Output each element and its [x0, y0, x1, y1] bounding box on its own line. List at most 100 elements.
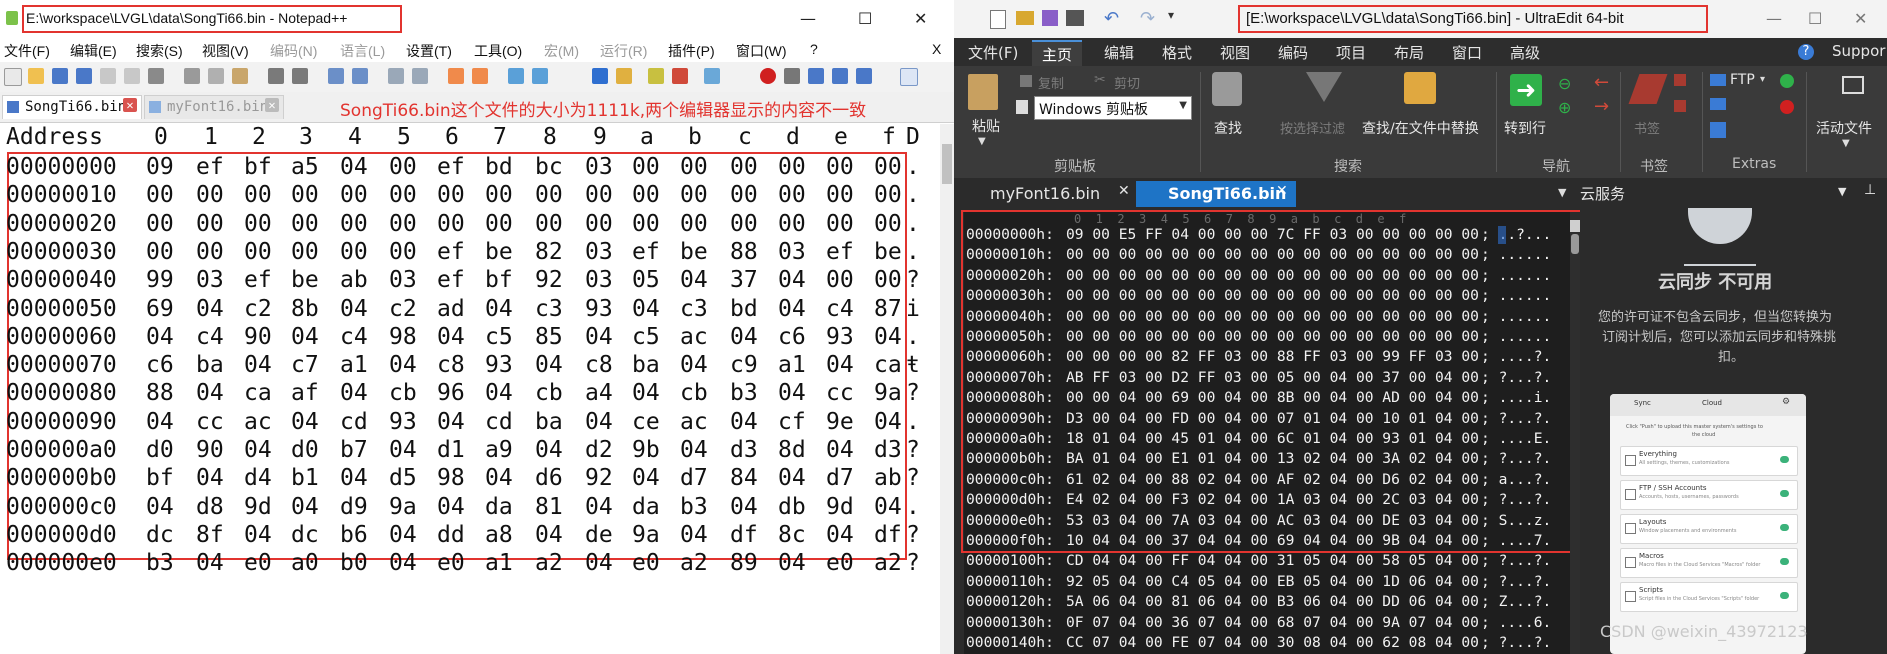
goto-icon[interactable]: ➜: [1510, 74, 1542, 106]
npp-menu-tools[interactable]: 工具(O): [474, 41, 522, 61]
npp-tab-close-icon[interactable]: ✕: [265, 98, 279, 112]
paste-icon[interactable]: [232, 68, 248, 84]
open-file-icon[interactable]: [28, 68, 44, 84]
wrap-icon[interactable]: [472, 68, 488, 84]
show-symbols-icon[interactable]: [532, 68, 548, 84]
bookmark-toggle-icon[interactable]: [1674, 74, 1686, 86]
web-icon[interactable]: [1710, 122, 1726, 138]
ue-filter-button[interactable]: 按选择过滤: [1280, 118, 1345, 137]
npp-tab-close-icon[interactable]: ✕: [123, 98, 137, 112]
ue-bookmark-button[interactable]: 书签: [1634, 118, 1660, 137]
ue-close-button[interactable]: ✕: [1854, 9, 1867, 28]
hex-view-icon[interactable]: [592, 68, 608, 84]
ue-minimize-button[interactable]: —: [1766, 9, 1782, 28]
ue-tab-edit[interactable]: 编辑: [1104, 42, 1134, 63]
sync-scroll-icon[interactable]: [448, 68, 464, 84]
ue-hex-view[interactable]: 0 1 2 3 4 5 6 7 8 9 a b c d e f 00000000…: [961, 210, 1601, 654]
record-macro-icon[interactable]: [760, 68, 776, 84]
replace-icon[interactable]: [352, 68, 368, 84]
ue-save-icon[interactable]: [1042, 10, 1058, 26]
npp-menu-file[interactable]: 文件(F): [4, 41, 50, 61]
cloud-panel-pin-icon[interactable]: ⊥: [1864, 182, 1876, 198]
paste-icon[interactable]: [968, 74, 998, 110]
zoom-in-icon[interactable]: [388, 68, 404, 84]
ue-open-icon[interactable]: [1016, 11, 1034, 25]
ue-tab-encoding[interactable]: 编码: [1278, 42, 1308, 63]
bookmark-clear-icon[interactable]: [1674, 100, 1686, 112]
npp-hex-view[interactable]: Address 0 1 2 3 4 5 6 7 8 9 a b c d e f D 00000000 09 ef bf a5…: [0, 124, 940, 654]
close-file-icon[interactable]: [100, 68, 116, 84]
ue-copy-button[interactable]: 复制: [1038, 73, 1064, 92]
stop-macro-icon[interactable]: [784, 68, 800, 84]
print-icon[interactable]: [148, 68, 164, 84]
ue-scroll-thumb[interactable]: [1571, 234, 1579, 254]
ue-scroll-up-icon[interactable]: [1570, 220, 1580, 232]
ue-paste-dropdown-icon[interactable]: ▼: [978, 136, 986, 147]
npp-tab-myfont16[interactable]: myFont16.bin ✕: [144, 95, 284, 119]
ue-tab-songti66[interactable]: SongTi66.bin ✕: [1136, 181, 1296, 207]
npp-menu-plugins[interactable]: 插件(P): [668, 41, 715, 61]
ue-redo-icon[interactable]: ↷: [1140, 8, 1155, 29]
ue-tab-window[interactable]: 窗口: [1452, 42, 1482, 63]
extras-green-icon[interactable]: [1780, 74, 1794, 88]
ue-undo-icon[interactable]: ↶: [1104, 8, 1119, 29]
ue-tab-file[interactable]: 文件(F): [968, 42, 1018, 63]
ftp-dropdown-icon[interactable]: ▾: [1760, 74, 1765, 85]
npp-menu-help[interactable]: ?: [810, 41, 818, 57]
save-macro-icon[interactable]: [856, 68, 872, 84]
npp-menu-language[interactable]: 语言(L): [340, 41, 385, 61]
ue-paste-button[interactable]: 粘贴: [972, 116, 1000, 136]
npp-menu-run[interactable]: 运行(R): [600, 41, 647, 61]
ue-print-icon[interactable]: [1066, 10, 1084, 26]
npp-menu-edit[interactable]: 编辑(E): [70, 41, 117, 61]
npp-menu-window[interactable]: 窗口(W): [736, 41, 787, 61]
hex-editor-plugin-icon[interactable]: [900, 68, 918, 86]
npp-menu-settings[interactable]: 设置(T): [406, 41, 452, 61]
redo-icon[interactable]: [292, 68, 308, 84]
ue-qat-dropdown-icon[interactable]: ▾: [1168, 8, 1174, 22]
npp-menu-view[interactable]: 视图(V): [202, 41, 249, 61]
nav-next-icon[interactable]: →: [1594, 96, 1609, 117]
ue-tabs-dropdown-icon[interactable]: ▼: [1558, 186, 1566, 199]
cloud-panel-dropdown-icon[interactable]: ▼: [1838, 185, 1846, 198]
ue-tab-close-icon[interactable]: ✕: [1118, 183, 1130, 199]
copy-icon[interactable]: [208, 68, 224, 84]
npp-scroll-thumb[interactable]: [942, 144, 952, 184]
monitor-icon[interactable]: [704, 68, 720, 84]
ue-goto-button[interactable]: 转到行: [1504, 118, 1546, 138]
zoom-out-icon[interactable]: [412, 68, 428, 84]
npp-menu-encoding[interactable]: 编码(N): [270, 41, 317, 61]
npp-menu-macro[interactable]: 宏(M): [544, 41, 579, 61]
folder-workspace-icon[interactable]: [672, 68, 688, 84]
nav-forward-icon[interactable]: ⊕: [1558, 98, 1571, 117]
find-in-files-icon[interactable]: [1404, 72, 1436, 104]
ue-tab-myfont16[interactable]: myFont16.bin ✕: [954, 181, 1134, 207]
ue-find-in-files-button[interactable]: 查找/在文件中替换: [1362, 118, 1479, 138]
ssh-icon[interactable]: [1710, 98, 1726, 110]
npp-maximize-button[interactable]: ☐: [858, 9, 872, 28]
npp-tab-songti66[interactable]: SongTi66.bin ✕: [2, 95, 142, 119]
ue-find-button[interactable]: 查找: [1214, 118, 1242, 138]
save-icon[interactable]: [52, 68, 68, 84]
find-icon[interactable]: [328, 68, 344, 84]
play-macro-icon[interactable]: [808, 68, 824, 84]
active-file-dropdown-icon[interactable]: ▼: [1842, 138, 1850, 149]
ue-tab-advanced[interactable]: 高级: [1510, 42, 1540, 63]
ue-active-file-button[interactable]: 活动文件: [1816, 118, 1872, 138]
indent-guide-icon[interactable]: [508, 68, 524, 84]
extras-red-icon[interactable]: [1780, 100, 1794, 114]
clipboard-select[interactable]: Windows 剪贴板 ▼: [1034, 96, 1192, 120]
ue-tab-view[interactable]: 视图: [1220, 42, 1250, 63]
ue-vertical-scrollbar[interactable]: [1570, 220, 1580, 654]
ue-ftp-button[interactable]: FTP: [1730, 72, 1755, 88]
ue-tab-home[interactable]: 主页: [1032, 40, 1083, 67]
ue-cut-button[interactable]: 剪切: [1114, 73, 1140, 92]
run-macro-multiple-icon[interactable]: [832, 68, 848, 84]
undo-icon[interactable]: [268, 68, 284, 84]
ue-support-link[interactable]: Suppor: [1832, 42, 1885, 60]
ue-help-icon[interactable]: ?: [1798, 44, 1814, 60]
nav-back-icon[interactable]: ⊖: [1558, 74, 1571, 93]
new-file-icon[interactable]: [4, 68, 22, 86]
npp-menu-search[interactable]: 搜索(S): [136, 41, 183, 61]
ue-maximize-button[interactable]: ☐: [1808, 9, 1822, 28]
